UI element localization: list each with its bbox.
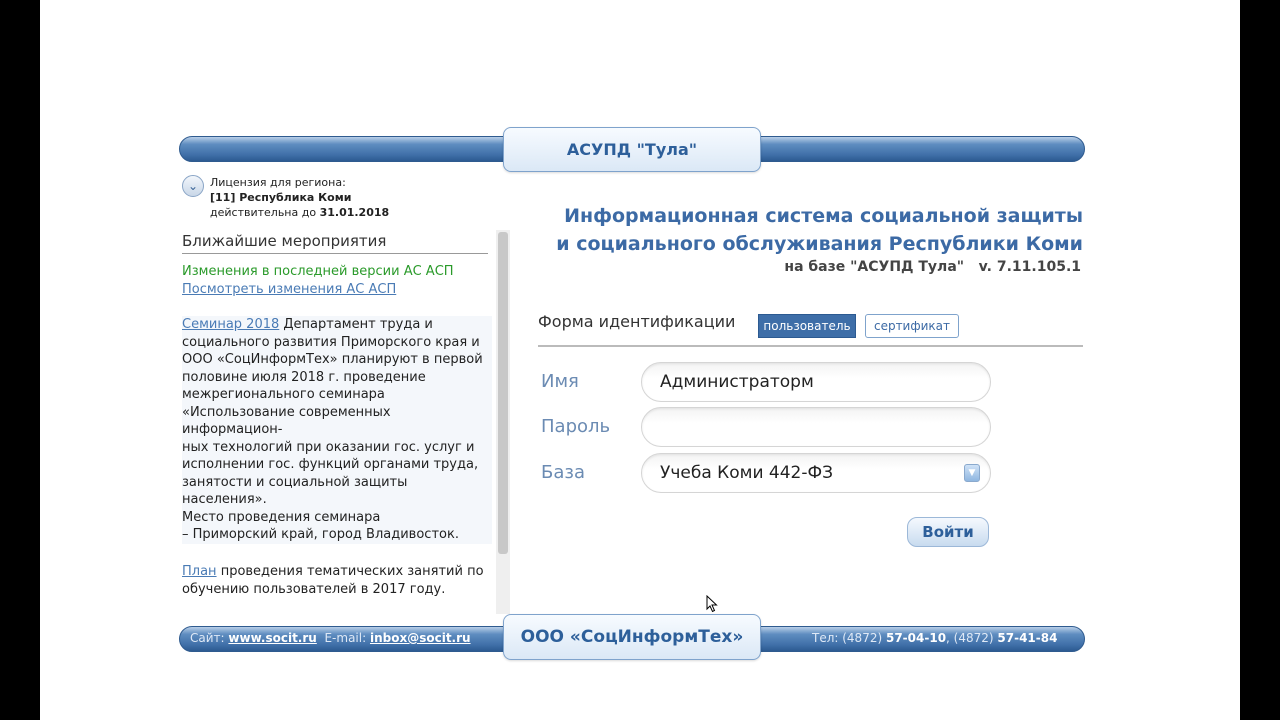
license-label: Лицензия для региона: [210, 176, 346, 189]
form-divider [538, 345, 1083, 347]
mouse-cursor-icon [706, 595, 718, 613]
name-input[interactable]: Администраторм [641, 362, 991, 402]
page: АСУПД "Тула" ⌄ Лицензия для региона: [11… [40, 0, 1240, 720]
chevron-down-icon[interactable]: ▼ [964, 464, 980, 482]
license-valid-date: 31.01.2018 [319, 206, 390, 219]
changes-link[interactable]: Посмотреть изменения АС АСП [182, 282, 396, 297]
events-title: Ближайшие мероприятия [182, 232, 488, 254]
header-title: АСУПД "Тула" [503, 127, 761, 172]
site-link[interactable]: www.socit.ru [228, 631, 316, 645]
system-title-line2: и социального обслуживания Республики Ко… [556, 233, 1083, 255]
base-select-value: Учеба Коми 442-ФЗ [660, 463, 834, 483]
plan-link[interactable]: План [182, 564, 217, 579]
form-title: Форма идентификации [538, 312, 736, 331]
system-title: Информационная система социальной защиты… [530, 202, 1083, 258]
footer-contacts: Сайт: www.socit.ru E-mail: inbox@socit.r… [190, 631, 471, 645]
chevron-down-icon[interactable]: ⌄ [182, 175, 204, 197]
tab-user[interactable]: пользователь [758, 314, 856, 338]
phone-1: 57-04-10 [885, 631, 947, 645]
login-button[interactable]: Войти [907, 517, 989, 547]
base-select[interactable]: Учеба Коми 442-ФЗ ▼ [641, 453, 991, 493]
plan-block: План проведения тематических занятий по … [182, 563, 492, 598]
changes-text: Изменения в последней версии АС АСП [182, 264, 454, 279]
phone-label: Тел: (4872) [812, 631, 883, 645]
plan-text: проведения тематических занятий по обуче… [182, 564, 484, 597]
license-region: [11] Республика Коми [210, 191, 352, 204]
changes-block: Изменения в последней версии АС АСП Посм… [182, 263, 492, 298]
password-input[interactable] [641, 407, 991, 447]
seminar-text-2: ных технологий при оказании гос. услуг и… [182, 439, 479, 508]
footer-phones: Тел: (4872) 57-04-10, (4872) 57-41-84 [812, 631, 1057, 645]
seminar-place-label: Место проведения семинара [182, 509, 381, 525]
events-scroll-thumb[interactable] [498, 232, 508, 554]
seminar-text: Департамент труда и социального развития… [182, 317, 483, 437]
tab-certificate[interactable]: сертификат [865, 314, 959, 338]
phone-separator: , (4872) [946, 631, 994, 645]
system-subtitle: на базе "АСУПД Тула" v. 7.11.105.1 [784, 259, 1081, 275]
footer-company: ООО «СоцИнформТех» [503, 614, 761, 660]
password-label: Пароль [541, 416, 611, 437]
base-label: База [541, 462, 585, 483]
email-link[interactable]: inbox@socit.ru [370, 631, 471, 645]
email-label: E-mail: [324, 631, 367, 645]
name-label: Имя [541, 371, 579, 392]
seminar-link[interactable]: Семинар 2018 [182, 317, 279, 332]
system-title-line1: Информационная система социальной защиты [564, 205, 1083, 227]
seminar-block: Семинар 2018 Департамент труда и социаль… [182, 316, 492, 544]
license-valid-prefix: действительна до [210, 206, 317, 219]
site-label: Сайт: [190, 631, 225, 645]
seminar-place: – Приморский край, город Владивосток. [182, 527, 459, 542]
phone-2: 57-41-84 [997, 631, 1058, 645]
